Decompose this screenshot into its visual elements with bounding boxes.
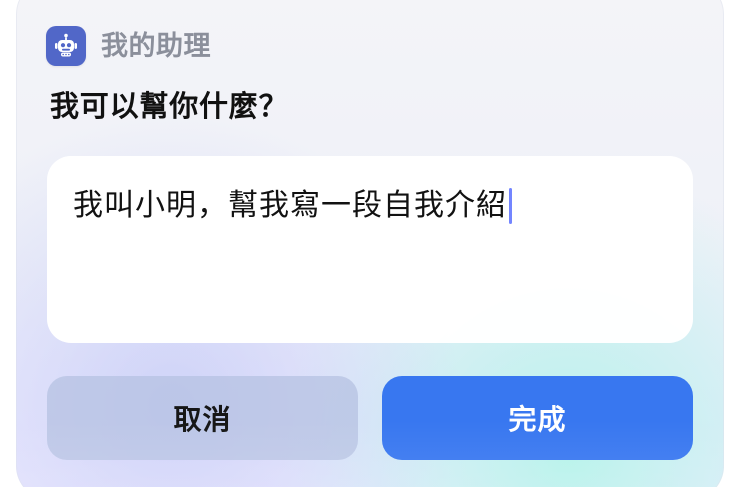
app-header: 我的助理 [46, 26, 211, 66]
cancel-button[interactable]: 取消 [47, 376, 358, 460]
text-cursor [509, 188, 512, 224]
robot-icon [46, 26, 86, 66]
prompt-title: 我可以幫你什麼？ [50, 89, 289, 123]
prompt-input-content: 我叫小明，幫我寫一段自我介紹 [73, 182, 673, 230]
assistant-dialog: 我的助理 我可以幫你什麼？ 我叫小明，幫我寫一段自我介紹 取消 完成 [16, 0, 724, 487]
app-title: 我的助理 [101, 30, 211, 62]
prompt-input-field[interactable]: 我叫小明，幫我寫一段自我介紹 [47, 156, 693, 343]
screen: 我的助理 我可以幫你什麼？ 我叫小明，幫我寫一段自我介紹 取消 完成 [0, 0, 740, 487]
prompt-input-value: 我叫小明，幫我寫一段自我介紹 [73, 188, 507, 224]
done-button[interactable]: 完成 [382, 376, 693, 460]
done-button-label: 完成 [508, 403, 567, 436]
cancel-button-label: 取消 [173, 403, 232, 436]
